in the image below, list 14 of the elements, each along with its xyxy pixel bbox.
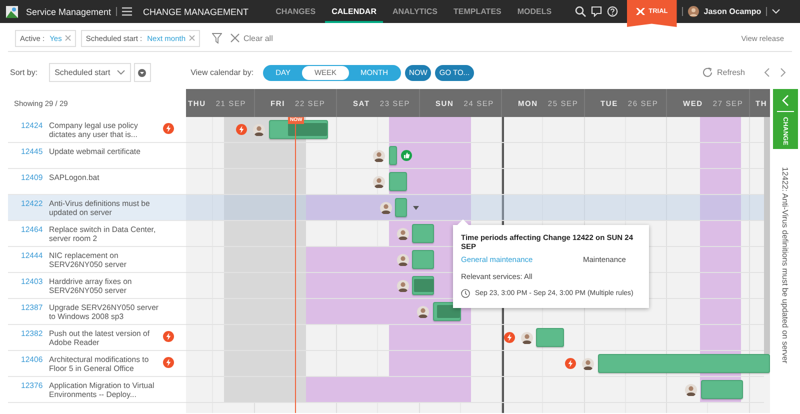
nav-tab[interactable]: TEMPLATES [446,0,508,23]
nav-tab[interactable]: CHANGES [268,0,323,23]
change-title: 12422: Anti-Virus definitions must be updated on server [780,167,790,364]
refresh-button[interactable]: Refresh [702,67,745,78]
app-title: Service Management [26,6,112,16]
nav-tab[interactable]: CALENDAR [324,0,384,23]
clear-all-button[interactable]: Clear all [230,33,273,43]
sort-label: Sort by: [10,68,38,77]
nav-tab[interactable]: ANALYTICS [385,0,445,23]
module-title: CHANGE MANAGEMENT [143,6,249,16]
sort-dropdown[interactable]: Scheduled start [48,63,131,82]
view-calendar-label: View calendar by: [190,68,254,77]
nav-tab[interactable]: MODELS [510,0,559,23]
user-name[interactable]: Jason Ocampo [704,7,762,16]
